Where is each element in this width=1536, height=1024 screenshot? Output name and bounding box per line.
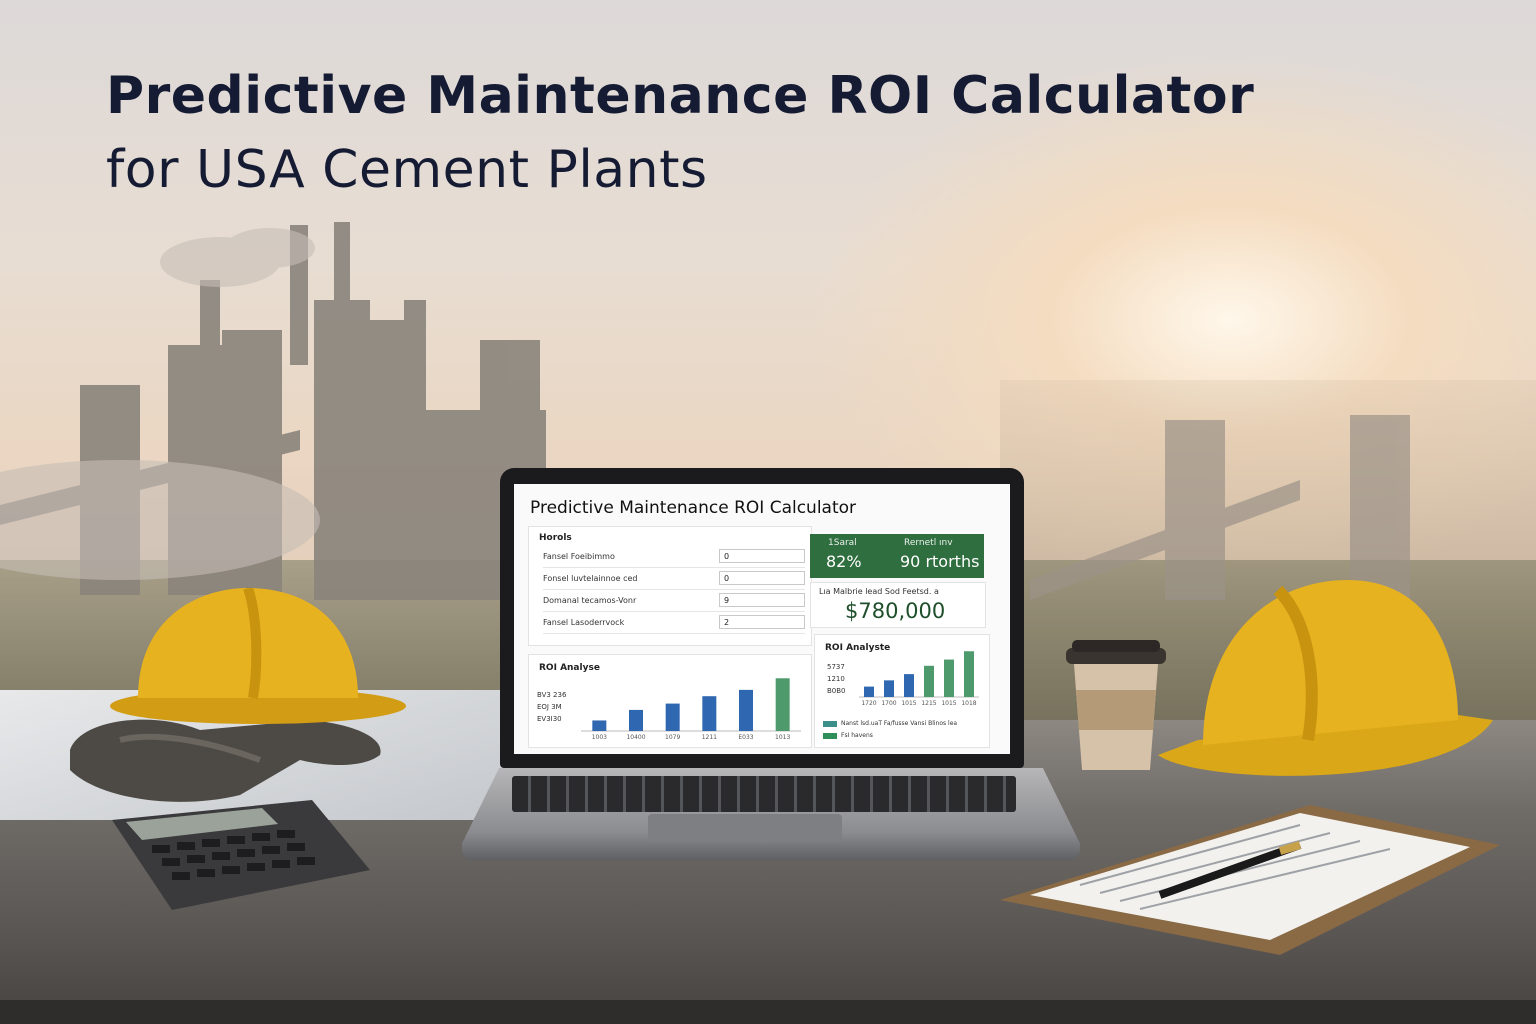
- right-hard-hat: [1158, 580, 1493, 776]
- input-row: Fansel Foeibimmo 0: [543, 549, 805, 568]
- input-row: Fonsel luvtelainnoe ced 0: [543, 571, 805, 590]
- savings-value: $780,000: [845, 599, 946, 623]
- bar: [884, 680, 894, 697]
- input-field[interactable]: 2: [719, 615, 805, 629]
- legend-swatch: [823, 733, 837, 739]
- input-label: Fansel Lasoderrvock: [543, 618, 625, 627]
- legend-label: Nanst lsd.uaT Fa/fusse Vansi Blinos lea: [841, 720, 958, 727]
- left-hard-hat: [110, 588, 406, 724]
- input-label: Domanal tecamos-Vonr: [543, 596, 637, 605]
- y-tick-label: BV3 236: [537, 691, 567, 699]
- x-tick-label: 1015: [901, 700, 916, 707]
- coffee-cup: [1066, 640, 1166, 770]
- legend-label: FsI havens: [841, 732, 873, 739]
- input-row: Domanal tecamos-Vonr 9: [543, 593, 805, 612]
- x-tick-label: 1720: [861, 700, 876, 707]
- app-title: Predictive Maintenance ROI Calculator: [530, 498, 857, 518]
- x-tick-label: 1003: [592, 734, 607, 741]
- photo-scene: Predictive Maintenance ROI Calculator fo…: [0, 0, 1536, 1024]
- kpi-right-label: Rernetl ınv: [904, 538, 953, 548]
- roi-bar-chart-2: 1720 1700 1015 1215 1015 1018: [859, 651, 979, 707]
- y-tick-label: EOJ 3M: [537, 703, 562, 711]
- inputs-card: Horols Fansel Foeibimmo 0 Fonsel luvtela…: [528, 526, 812, 646]
- bar: [775, 678, 790, 731]
- input-label: Fansel Foeibimmo: [543, 552, 615, 561]
- savings-label: Lıa Malbrie lead Sod Feetsd. a: [819, 587, 939, 596]
- kpi-left-value: 82%: [826, 552, 862, 571]
- roi-bar-chart: 1003 10400 1079 1211 E033 1013: [581, 678, 801, 741]
- bar: [665, 703, 680, 731]
- kpi-card: 1Saral 82% Rernetl ınv 90 rtorths: [810, 534, 984, 578]
- x-tick-label: 1015: [941, 700, 956, 707]
- laptop-trackpad: [648, 814, 842, 842]
- x-tick-label: 1215: [921, 700, 936, 707]
- x-tick-label: 1018: [961, 700, 976, 707]
- bar: [944, 659, 954, 697]
- input-field[interactable]: 9: [719, 593, 805, 607]
- x-tick-label: 1700: [881, 700, 896, 707]
- input-label: Fonsel luvtelainnoe ced: [543, 574, 638, 583]
- roi-chart-card-2: ROI Analyste 5737 1210 B0B0 1720 1700 1015…: [814, 634, 990, 748]
- roi-chart-card: ROI Analyse BV3 236 EOJ 3M EV3I30 1003 10…: [528, 654, 812, 748]
- input-row: Fansel Lasoderrvock 2: [543, 615, 805, 634]
- bar: [702, 696, 717, 731]
- desk-edge: [0, 1000, 1536, 1024]
- y-tick-label: EV3I30: [537, 715, 562, 723]
- y-tick-label: 5737: [827, 663, 845, 671]
- input-field[interactable]: 0: [719, 549, 805, 563]
- savings-card: Lıa Malbrie lead Sod Feetsd. a $780,000: [810, 582, 986, 628]
- bar: [964, 651, 974, 697]
- x-tick-label: 1079: [665, 734, 680, 741]
- calculator: [112, 800, 370, 910]
- laptop-keyboard: [512, 776, 1016, 812]
- x-tick-label: 10400: [626, 734, 645, 741]
- bar: [592, 720, 607, 731]
- y-tick-label: 1210: [827, 675, 845, 683]
- x-tick-label: 1013: [775, 734, 790, 741]
- inputs-heading: Horols: [539, 533, 572, 543]
- headline-line-2: for USA Cement Plants: [106, 140, 708, 200]
- input-field[interactable]: 0: [719, 571, 805, 585]
- bar: [904, 674, 914, 697]
- bar: [629, 709, 643, 731]
- legend-swatch: [823, 721, 837, 727]
- bar: [739, 689, 753, 731]
- x-tick-label: 1211: [702, 734, 717, 741]
- headline-line-1: Predictive Maintenance ROI Calculator: [106, 66, 1255, 126]
- kpi-left-label: 1Saral: [828, 538, 857, 548]
- kpi-right-value: 90 rtorths: [900, 552, 980, 571]
- x-tick-label: E033: [738, 734, 753, 741]
- bar: [924, 665, 934, 697]
- y-tick-label: B0B0: [827, 687, 846, 695]
- bar: [864, 686, 874, 697]
- laptop-screen: Predictive Maintenance ROI Calculator Ho…: [514, 484, 1010, 754]
- clipboard-with-form: [1000, 805, 1500, 955]
